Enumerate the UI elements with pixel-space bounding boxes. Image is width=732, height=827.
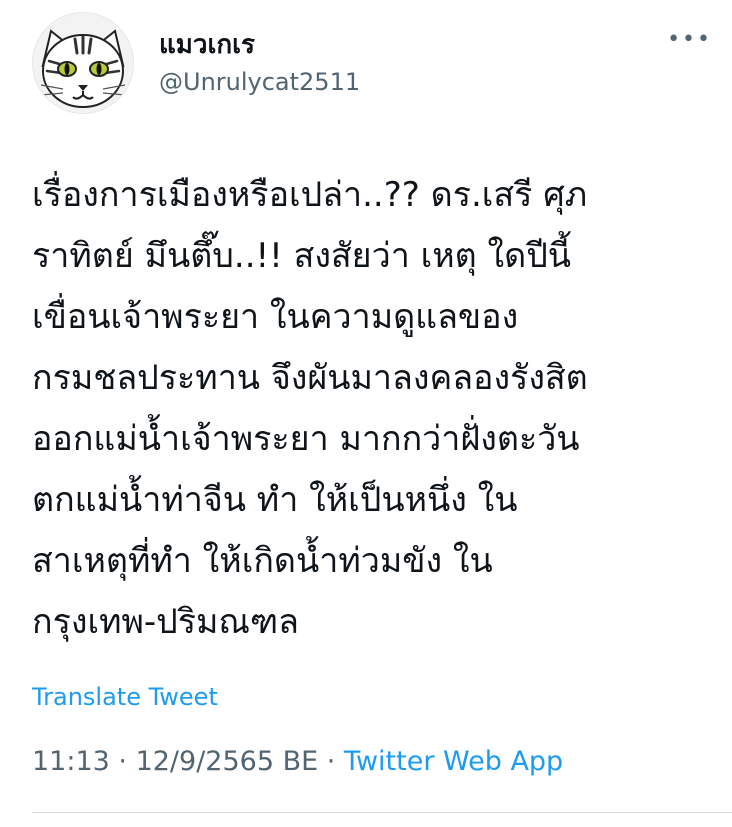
- avatar-image: [33, 13, 133, 113]
- meta-separator: ·: [318, 746, 344, 777]
- translate-tweet-link[interactable]: Translate Tweet: [32, 680, 218, 714]
- display-name[interactable]: แมวเกเร: [159, 28, 360, 62]
- meta-separator: ·: [109, 746, 136, 777]
- more-options-icon[interactable]: •••: [667, 29, 712, 51]
- tweet-time[interactable]: 11:13: [32, 746, 110, 777]
- tweet-date[interactable]: 12/9/2565 BE: [136, 746, 319, 777]
- tweet-meta: 11:13 · 12/9/2565 BE · Twitter Web App: [32, 743, 563, 781]
- cat-face-icon[interactable]: [32, 12, 134, 114]
- user-handle[interactable]: @Unrulycat2511: [159, 62, 360, 102]
- divider: [32, 812, 732, 813]
- tweet-source[interactable]: Twitter Web App: [344, 746, 563, 777]
- tweet-text: เรื่องการเมืองหรือเปล่า..?? ดร.เสรี ศุภ …: [32, 175, 588, 642]
- tweet-header: แมวเกเร @Unrulycat2511 •••: [32, 12, 722, 114]
- author-names: แมวเกเร @Unrulycat2511: [159, 28, 360, 102]
